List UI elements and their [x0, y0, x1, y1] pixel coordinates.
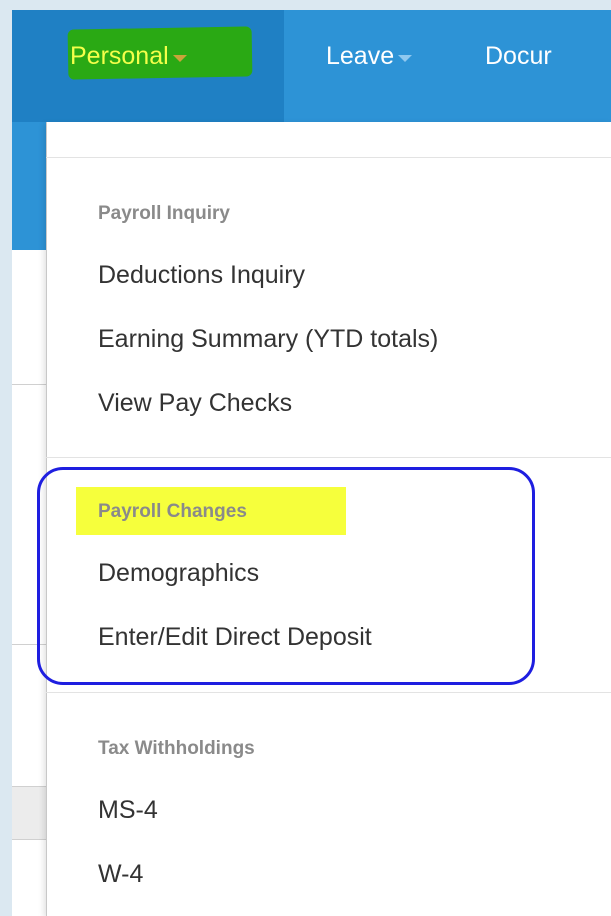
nav-leave-label: Leave: [326, 42, 395, 70]
outer-frame-left: [0, 0, 12, 916]
annotation-circle: [37, 467, 535, 685]
menu-divider: [46, 692, 611, 693]
section-header-tax-withholdings: Tax Withholdings: [98, 738, 255, 759]
nav-documents-label: Docur: [485, 42, 552, 70]
nav-personal[interactable]: Personal: [70, 42, 187, 71]
menu-item-ms-4[interactable]: MS-4: [98, 796, 158, 825]
menu-divider: [46, 457, 611, 458]
nav-documents[interactable]: Docur: [485, 42, 552, 71]
section-header-payroll-inquiry: Payroll Inquiry: [98, 203, 230, 224]
caret-down-icon: [398, 55, 413, 62]
nav-personal-label: Personal: [70, 42, 169, 70]
menu-divider: [46, 157, 611, 158]
caret-down-icon: [172, 55, 187, 62]
menu-item-view-pay-checks[interactable]: View Pay Checks: [98, 389, 292, 418]
menu-item-w-4[interactable]: W-4: [98, 860, 143, 889]
menu-item-earning-summary[interactable]: Earning Summary (YTD totals): [98, 325, 438, 354]
nav-leave[interactable]: Leave: [326, 42, 413, 71]
outer-frame-top: [0, 0, 611, 10]
menu-item-deductions-inquiry[interactable]: Deductions Inquiry: [98, 261, 305, 290]
